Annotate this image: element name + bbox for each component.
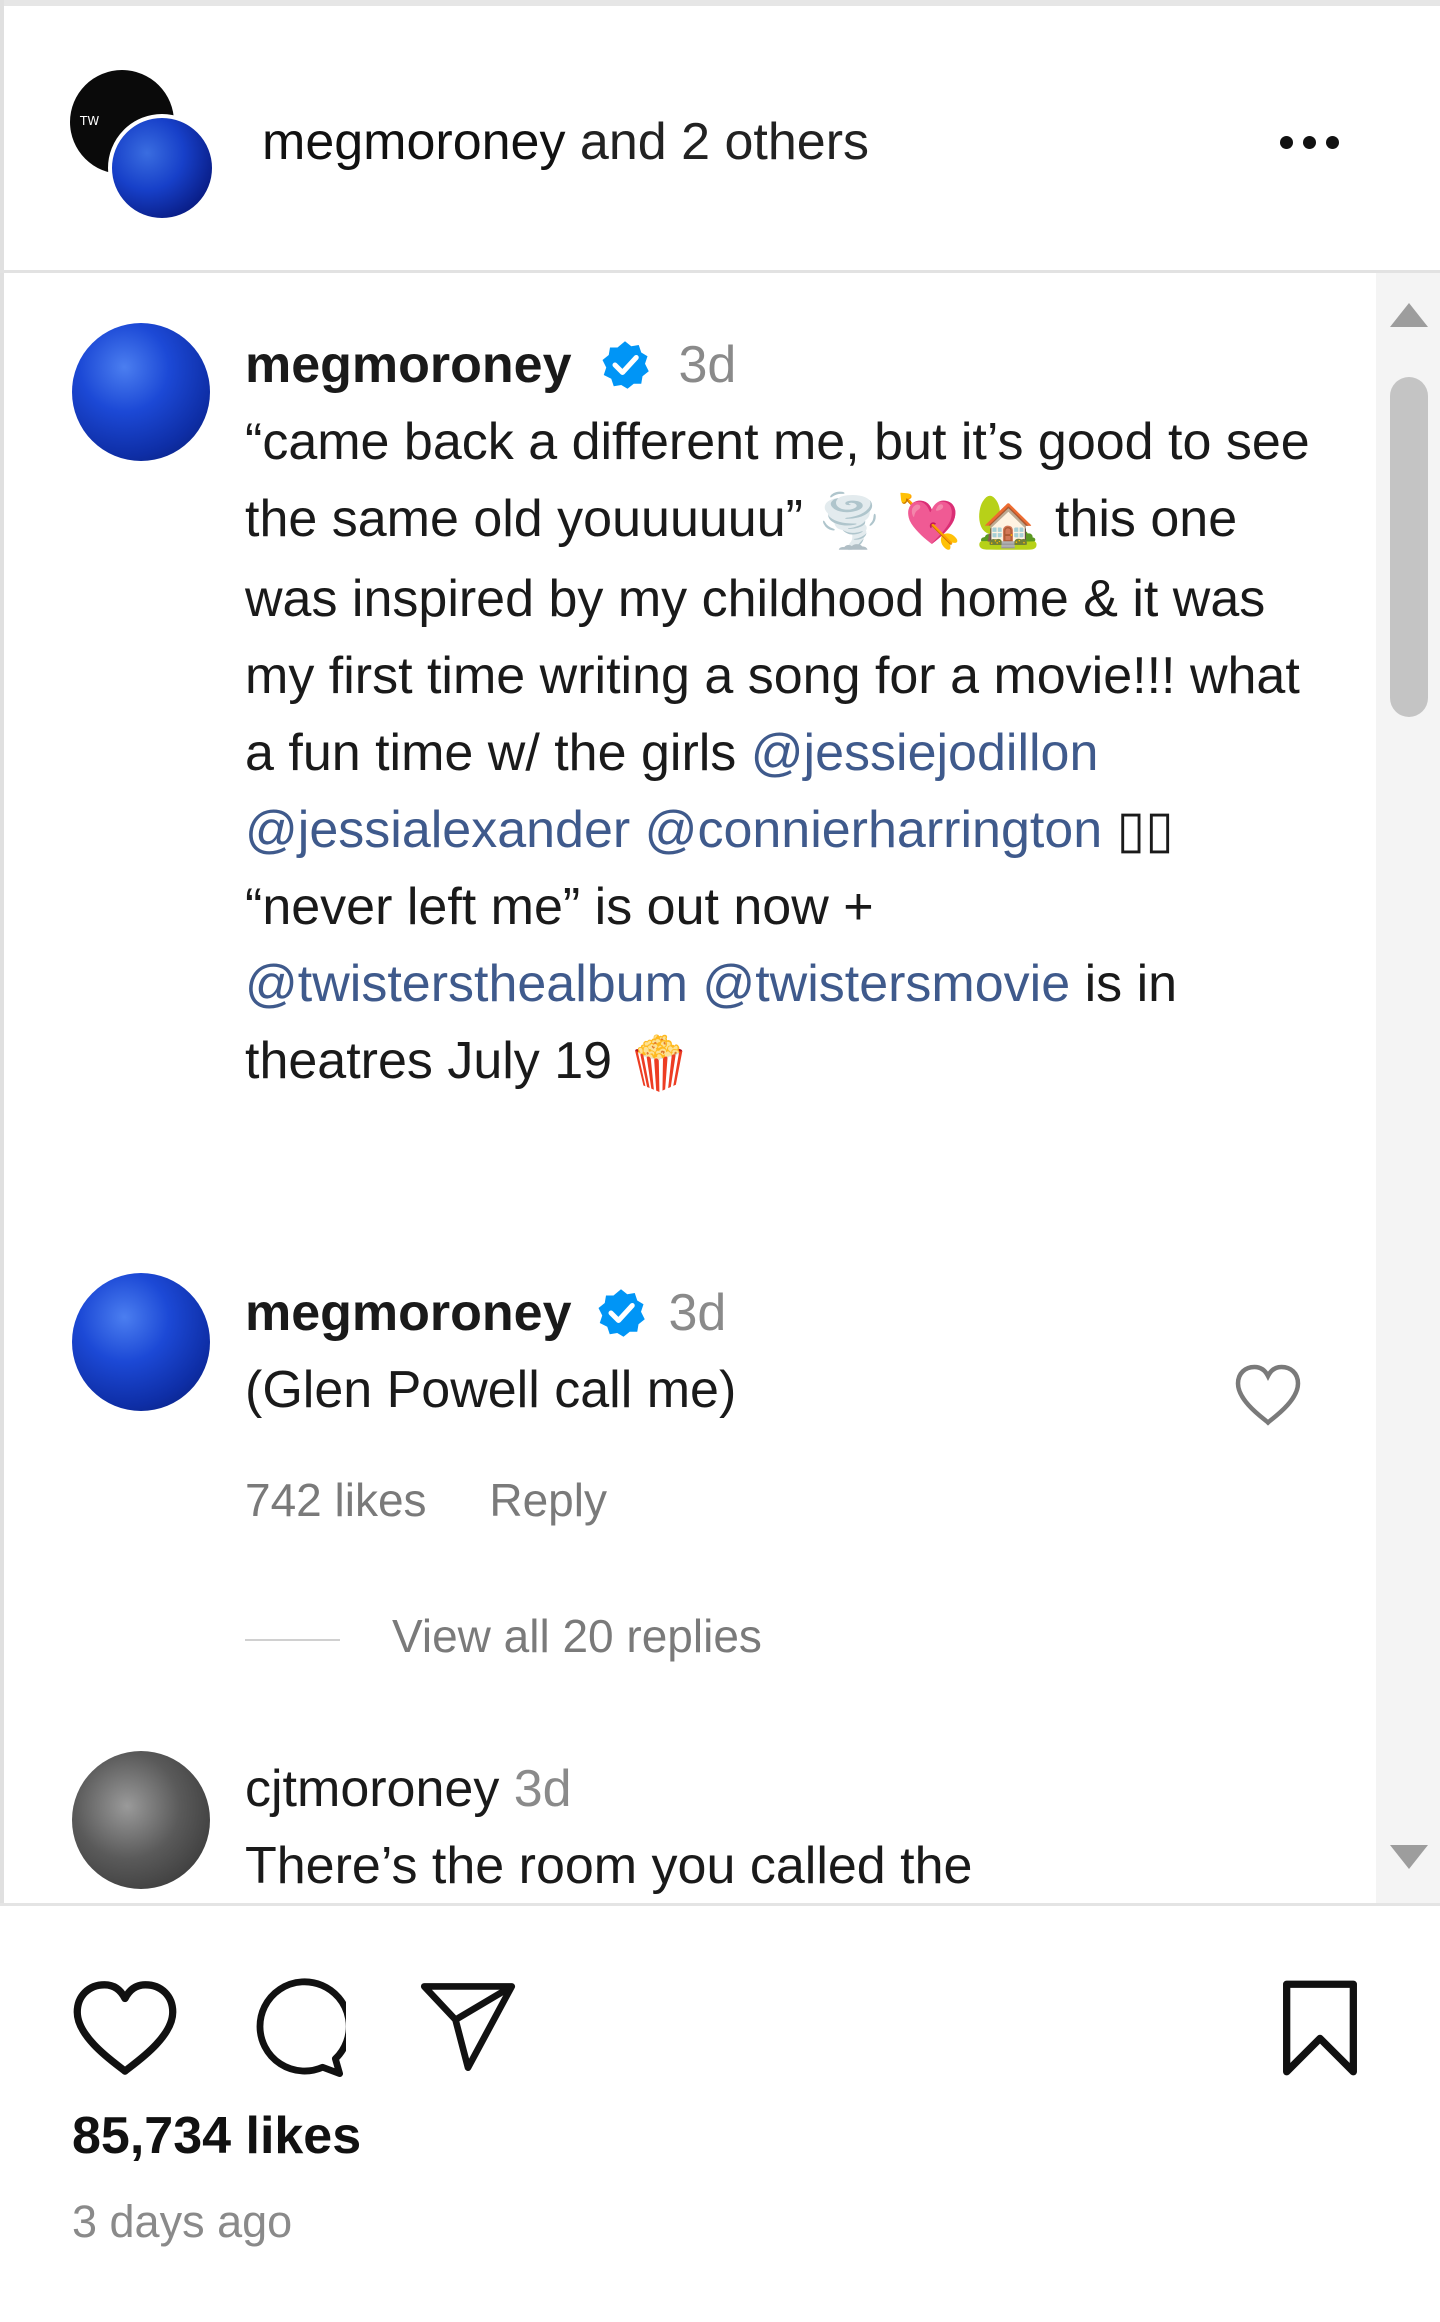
mention-link[interactable]: @twistersmovie <box>702 955 1070 1013</box>
caption-body: megmoroney 3d “came back a different me,… <box>245 327 1325 1103</box>
scrollbar[interactable] <box>1376 273 1440 1903</box>
avatar[interactable] <box>72 1273 210 1411</box>
comments-scroll-area[interactable]: megmoroney 3d “came back a different me,… <box>0 273 1440 1903</box>
mention-link[interactable]: @jessiejodillon <box>751 724 1099 782</box>
scroll-down-arrow-icon[interactable] <box>1390 1845 1428 1869</box>
comment-time[interactable]: 3d <box>514 1760 572 1818</box>
popcorn-emoji: 🍿 <box>626 1034 692 1093</box>
share-send-icon[interactable] <box>418 1978 518 2074</box>
comment-text: There’s the room you called the <box>245 1837 973 1895</box>
reply-button[interactable]: Reply <box>489 1474 607 1526</box>
replies-dash <box>245 1638 340 1641</box>
comment-bubble-icon[interactable] <box>244 1978 346 2080</box>
collab-avatars[interactable]: TW <box>70 70 216 224</box>
comment-username[interactable]: cjtmoroney <box>245 1760 499 1818</box>
mention-link[interactable]: @jessialexander <box>245 801 630 859</box>
header-others[interactable]: and 2 others <box>580 113 869 171</box>
comment-meta: 742 likes Reply <box>245 1473 1325 1527</box>
mention-link[interactable]: @connierharrington <box>645 801 1103 859</box>
heart-arrow-emoji: 💘 <box>896 492 962 551</box>
verified-badge-icon <box>598 1289 645 1338</box>
avatar-secondary-text: TW <box>80 114 100 128</box>
avatar[interactable] <box>72 1751 210 1889</box>
mention-link[interactable]: @twistersthealbum <box>245 955 688 1013</box>
caption-time[interactable]: 3d <box>678 336 736 394</box>
like-comment-heart-icon[interactable] <box>1232 1361 1304 1427</box>
avatar-primary[interactable] <box>108 114 216 222</box>
comment-time[interactable]: 3d <box>668 1284 726 1342</box>
like-heart-icon[interactable] <box>70 1978 180 2078</box>
verified-badge-icon <box>602 341 649 390</box>
comment-body: megmoroney 3d (Glen Powell call me) 742 … <box>245 1275 1325 1527</box>
posted-timestamp[interactable]: 3 days ago <box>72 2196 292 2248</box>
header-username[interactable]: megmoroney <box>262 113 565 171</box>
post-header: TW megmoroney and 2 others <box>0 6 1440 273</box>
comment-username[interactable]: megmoroney <box>245 1284 572 1342</box>
tornado-emoji: 🌪️ <box>817 492 883 551</box>
avatar[interactable] <box>72 323 210 461</box>
caption-text: “came back a different me, but it’s good… <box>245 404 1325 1103</box>
house-emoji: 🏡 <box>975 492 1041 551</box>
view-replies-label: View all 20 replies <box>392 1610 762 1662</box>
caption-username[interactable]: megmoroney <box>245 336 572 394</box>
post-actions-footer: 85,734 likes 3 days ago <box>0 1903 1440 2322</box>
header-title: megmoroney and 2 others <box>262 112 869 172</box>
likes-count[interactable]: 85,734 likes <box>72 2106 361 2166</box>
save-bookmark-icon[interactable] <box>1278 1978 1362 2078</box>
scrollbar-thumb[interactable] <box>1390 377 1428 717</box>
scroll-up-arrow-icon[interactable] <box>1390 303 1428 327</box>
more-horizontal-icon[interactable] <box>1280 136 1350 152</box>
comment-likes[interactable]: 742 likes <box>245 1474 427 1526</box>
view-replies-button[interactable]: View all 20 replies <box>245 1609 762 1663</box>
post-panel: TW megmoroney and 2 others megmoroney 3d… <box>0 0 1440 2322</box>
comment-body: cjtmoroney 3d There’s the room you calle… <box>245 1751 1325 1903</box>
comment-text: (Glen Powell call me) <box>245 1361 737 1419</box>
